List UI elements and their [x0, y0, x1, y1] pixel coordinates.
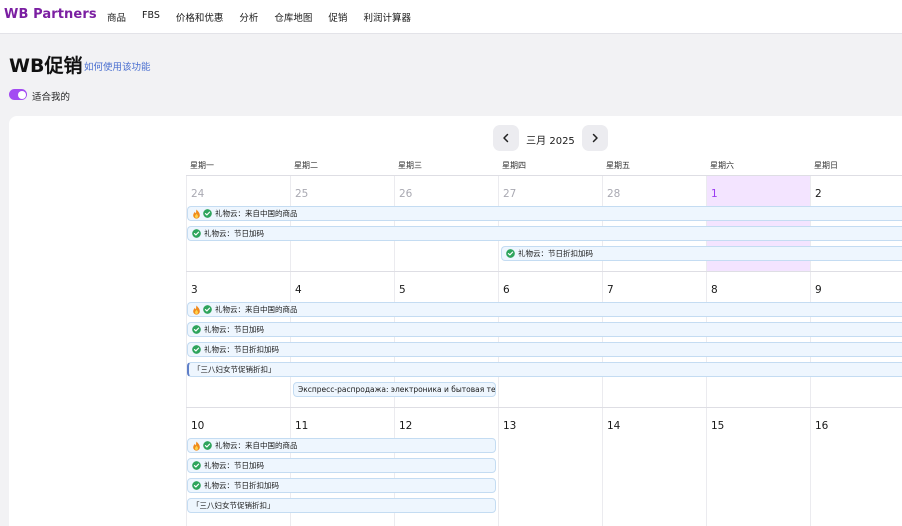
weekday-header: 星期四: [502, 161, 526, 170]
promotion-event-label: 礼物云：来自中国的商品: [215, 441, 298, 450]
day-number[interactable]: 6: [503, 284, 510, 296]
fire-icon: [192, 305, 203, 315]
top-navigation-bar: WB Partners 商品 FBS 价格和优惠 分析 仓库地图 促销 利润计算…: [0, 0, 902, 34]
day-number[interactable]: 8: [711, 284, 718, 296]
grid-row-divider: [186, 175, 902, 176]
day-number[interactable]: 28: [607, 188, 620, 200]
check-circle-icon: [203, 209, 215, 218]
promotion-event-bar[interactable]: 礼物云：节日加码: [187, 226, 902, 241]
promotion-event-bar[interactable]: 礼物云：节日加码: [187, 458, 496, 473]
promotion-event-label: 礼物云：来自中国的商品: [215, 209, 298, 218]
suitable-for-me-toggle[interactable]: [9, 89, 27, 100]
day-number[interactable]: 12: [399, 420, 412, 432]
check-circle-icon: [192, 325, 204, 334]
weekday-header: 星期日: [814, 161, 838, 170]
promotion-event-bar[interactable]: Экспресс-распродажа: электроника и бытов…: [293, 382, 496, 397]
chevron-right-icon: [592, 133, 598, 143]
current-month-label: 三月 2025: [526, 136, 575, 147]
promotion-event-label: 礼物云：节日折扣加码: [204, 481, 279, 490]
day-number[interactable]: 15: [711, 420, 724, 432]
day-number[interactable]: 4: [295, 284, 302, 296]
day-number[interactable]: 10: [191, 420, 204, 432]
promotion-event-label: 礼物云：来自中国的商品: [215, 305, 298, 314]
weekday-header: 星期二: [294, 161, 318, 170]
promotion-event-bar[interactable]: 礼物云：节日折扣加码: [501, 246, 902, 261]
day-number[interactable]: 14: [607, 420, 620, 432]
fire-icon: [192, 441, 203, 451]
day-number[interactable]: 16: [815, 420, 828, 432]
promotion-event-label: 礼物云：节日加码: [204, 229, 264, 238]
month-navigator: 三月 2025: [493, 125, 608, 151]
promotion-event-bar[interactable]: 「三八妇女节促销折扣」: [187, 362, 902, 377]
day-number[interactable]: 3: [191, 284, 198, 296]
promotion-event-bar[interactable]: 礼物云：来自中国的商品: [187, 302, 902, 317]
check-circle-icon: [506, 249, 518, 258]
check-circle-icon: [192, 229, 204, 238]
day-number[interactable]: 7: [607, 284, 614, 296]
next-month-button[interactable]: [582, 125, 608, 151]
page-title: WB促销: [9, 55, 83, 77]
nav-item-promotions[interactable]: 促销: [328, 10, 347, 24]
promotion-event-bar[interactable]: 「三八妇女节促销折扣」: [187, 498, 496, 513]
main-nav: 商品 FBS 价格和优惠 分析 仓库地图 促销 利润计算器: [107, 10, 427, 24]
day-number[interactable]: 25: [295, 188, 308, 200]
previous-month-button[interactable]: [493, 125, 519, 151]
promotion-event-bar[interactable]: 礼物云：节日折扣加码: [187, 478, 496, 493]
day-number[interactable]: 1: [711, 188, 718, 200]
day-number[interactable]: 5: [399, 284, 406, 296]
check-circle-icon: [203, 305, 215, 314]
grid-row-divider: [186, 407, 902, 408]
day-number[interactable]: 24: [191, 188, 204, 200]
promotion-event-label: 礼物云：节日折扣加码: [204, 345, 279, 354]
check-circle-icon: [192, 345, 204, 354]
promotion-event-label: 礼物云：节日加码: [204, 461, 264, 470]
day-number[interactable]: 27: [503, 188, 516, 200]
promotion-event-bar[interactable]: 礼物云：节日折扣加码: [187, 342, 902, 357]
help-link[interactable]: 如何使用该功能: [84, 59, 151, 73]
nav-item-analytics[interactable]: 分析: [239, 10, 258, 24]
promotion-event-bar[interactable]: 礼物云：节日加码: [187, 322, 902, 337]
day-number[interactable]: 9: [815, 284, 822, 296]
promotion-event-label: Экспресс-распродажа: электроника и бытов…: [298, 385, 496, 394]
weekday-header: 星期三: [398, 161, 422, 170]
app-logo[interactable]: WB Partners: [4, 7, 97, 22]
chevron-left-icon: [503, 133, 509, 143]
fire-icon: [192, 209, 203, 219]
nav-item-profit-calculator[interactable]: 利润计算器: [363, 10, 411, 24]
promotion-event-label: 礼物云：节日加码: [204, 325, 264, 334]
nav-item-prices-discounts[interactable]: 价格和优惠: [176, 10, 224, 24]
check-circle-icon: [203, 441, 215, 450]
day-number[interactable]: 2: [815, 188, 822, 200]
day-number[interactable]: 11: [295, 420, 308, 432]
nav-item-warehouse-map[interactable]: 仓库地图: [274, 10, 312, 24]
promotion-event-label: 礼物云：节日折扣加码: [518, 249, 593, 258]
day-number[interactable]: 13: [503, 420, 516, 432]
check-circle-icon: [192, 461, 204, 470]
day-number[interactable]: 26: [399, 188, 412, 200]
toggle-label: 适合我的: [32, 92, 71, 103]
grid-row-divider: [186, 271, 902, 272]
weekday-header: 星期一: [190, 161, 214, 170]
weekday-header: 星期六: [710, 161, 734, 170]
promotion-event-label: 「三八妇女节促销折扣」: [193, 365, 276, 374]
promotion-event-bar[interactable]: 礼物云：来自中国的商品: [187, 206, 902, 221]
promotion-event-label: 「三八妇女节促销折扣」: [192, 501, 275, 510]
promotion-event-bar[interactable]: 礼物云：来自中国的商品: [187, 438, 496, 453]
check-circle-icon: [192, 481, 204, 490]
weekday-header: 星期五: [606, 161, 630, 170]
nav-item-products[interactable]: 商品: [107, 10, 126, 24]
nav-item-fbs[interactable]: FBS: [142, 10, 160, 24]
